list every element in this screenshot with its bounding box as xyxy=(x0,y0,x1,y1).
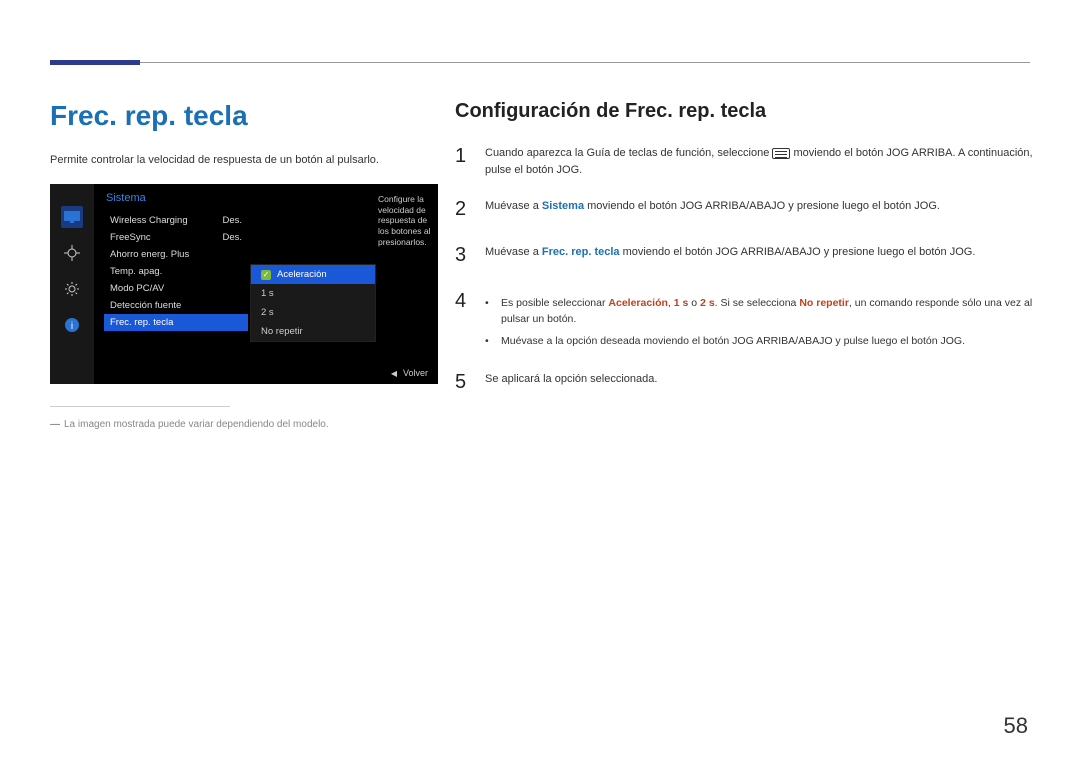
page-description: Permite controlar la velocidad de respue… xyxy=(50,154,440,166)
osd-menu-item: Frec. rep. tecla xyxy=(104,314,248,331)
step-number: 3 xyxy=(455,240,469,270)
osd-submenu-label: No repetir xyxy=(261,326,303,337)
reticle-icon xyxy=(61,242,83,264)
step: 4 • Es posible seleccionar Aceleración, 1 … xyxy=(455,286,1035,351)
osd-item-label: Frec. rep. tecla xyxy=(110,317,173,328)
osd-menu-item: Detección fuente xyxy=(104,297,248,314)
osd-item-value: Des. xyxy=(222,215,242,226)
osd-submenu-item: 2 s xyxy=(251,303,375,322)
step: 1 Cuando aparezca la Guía de teclas de fu… xyxy=(455,141,1035,178)
step-bullet: • Es posible seleccionar Aceleración, 1 s… xyxy=(485,296,1035,328)
step-number: 2 xyxy=(455,194,469,224)
bullet-text: Muévase a la opción deseada moviendo el … xyxy=(501,334,965,350)
page-title: Frec. rep. tecla xyxy=(50,100,440,132)
osd-menu-item: Temp. apag. xyxy=(104,263,248,280)
step-bullet: • Muévase a la opción deseada moviendo el… xyxy=(485,334,1035,350)
osd-item-label: FreeSync xyxy=(110,232,151,243)
osd-item-label: Ahorro energ. Plus xyxy=(110,249,189,260)
footnote: ―La imagen mostrada puede variar dependi… xyxy=(50,419,440,430)
highlight-term: 1 s xyxy=(674,297,689,309)
osd-menu-item: Ahorro energ. Plus xyxy=(104,246,248,263)
bullet-dot: • xyxy=(485,296,491,328)
osd-submenu: ✓ Aceleración1 s 2 s No repetir xyxy=(250,264,376,342)
highlight-term: No repetir xyxy=(799,297,849,309)
osd-item-label: Modo PC/AV xyxy=(110,283,164,294)
steps-container: 1 Cuando aparezca la Guía de teclas de fu… xyxy=(455,141,1035,397)
osd-item-value: Des. xyxy=(222,232,242,243)
osd-submenu-item: No repetir xyxy=(251,322,375,341)
osd-screenshot: i Sistema Wireless Charging Des. FreeSync D… xyxy=(50,184,438,384)
header-rule xyxy=(50,62,1030,63)
osd-back-label: ◀ Volver xyxy=(391,368,428,378)
osd-submenu-item: 1 s xyxy=(251,284,375,303)
step-body: Se aplicará la opción seleccionada. xyxy=(485,367,1035,397)
footnote-separator xyxy=(50,406,230,407)
highlight-term: Frec. rep. tecla xyxy=(542,246,620,258)
osd-menu-item: FreeSync Des. xyxy=(104,229,248,246)
highlight-term: Aceleración xyxy=(608,297,668,309)
osd-help-text: Configure la velocidad de respuesta de l… xyxy=(378,194,432,247)
osd-menu-item: Wireless Charging Des. xyxy=(104,212,248,229)
step-number: 1 xyxy=(455,141,469,178)
step-number: 5 xyxy=(455,367,469,397)
info-icon: i xyxy=(61,314,83,336)
osd-submenu-label: Aceleración xyxy=(277,269,327,280)
osd-tab-bar: i xyxy=(50,184,94,384)
osd-submenu-item: ✓ Aceleración xyxy=(251,265,375,284)
step: 3 Muévase a Frec. rep. tecla moviendo el … xyxy=(455,240,1035,270)
check-icon: ✓ xyxy=(261,270,271,280)
osd-menu-item: Modo PC/AV xyxy=(104,280,248,297)
osd-item-label: Detección fuente xyxy=(110,300,181,311)
section-title: Configuración de Frec. rep. tecla xyxy=(455,100,1035,123)
triangle-left-icon: ◀ xyxy=(391,369,397,378)
step-body: Muévase a Sistema moviendo el botón JOG … xyxy=(485,194,1035,224)
bullet-text: Es posible seleccionar Aceleración, 1 s … xyxy=(501,296,1035,328)
osd-submenu-label: 2 s xyxy=(261,307,274,318)
highlight-term: 2 s xyxy=(700,297,715,309)
osd-submenu-label: 1 s xyxy=(261,288,274,299)
osd-menu-list: Wireless Charging Des. FreeSync Des. Ahorro … xyxy=(104,212,248,331)
right-column: Configuración de Frec. rep. tecla 1 Cuand… xyxy=(455,100,1035,413)
osd-menu-title: Sistema xyxy=(106,192,146,204)
step-body: Cuando aparezca la Guía de teclas de fun… xyxy=(485,141,1035,178)
left-column: Frec. rep. tecla Permite controlar la ve… xyxy=(50,100,440,430)
osd-item-label: Wireless Charging xyxy=(110,215,188,226)
osd-back-text: Volver xyxy=(403,368,428,378)
step: 2 Muévase a Sistema moviendo el botón JOG… xyxy=(455,194,1035,224)
page-number: 58 xyxy=(1004,713,1028,739)
footnote-text: La imagen mostrada puede variar dependie… xyxy=(64,419,329,430)
monitor-icon xyxy=(61,206,83,228)
menu-icon xyxy=(772,148,790,159)
step: 5 Se aplicará la opción seleccionada. xyxy=(455,367,1035,397)
gear-icon xyxy=(61,278,83,300)
step-body: Muévase a Frec. rep. tecla moviendo el b… xyxy=(485,240,1035,270)
svg-text:i: i xyxy=(71,321,73,332)
step-body: • Es posible seleccionar Aceleración, 1 s… xyxy=(485,286,1035,351)
step-number: 4 xyxy=(455,286,469,351)
osd-item-label: Temp. apag. xyxy=(110,266,162,277)
highlight-term: Sistema xyxy=(542,200,584,212)
header-accent xyxy=(50,60,140,65)
bullet-dot: • xyxy=(485,334,491,350)
